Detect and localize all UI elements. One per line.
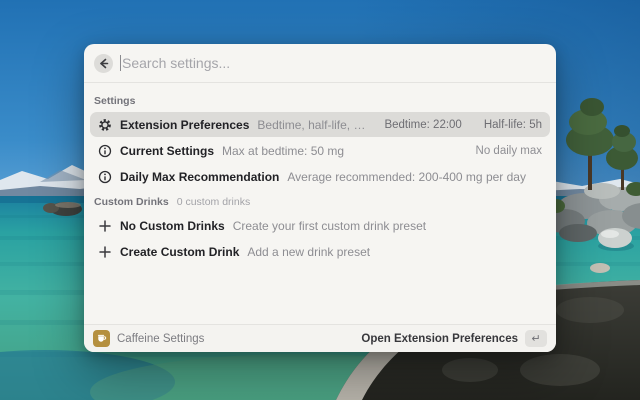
item-title: No Custom Drinks — [120, 219, 225, 233]
coffee-icon — [93, 330, 110, 347]
item-accessory-halflife: Half-life: 5h — [484, 119, 542, 131]
list-item-create-custom-drink[interactable]: Create Custom Drink Add a new drink pres… — [90, 239, 550, 264]
plus-icon — [98, 245, 112, 259]
search-input[interactable] — [122, 55, 546, 71]
list-item-extension-preferences[interactable]: Extension Preferences Bedtime, half-life… — [90, 112, 550, 137]
list-item-daily-max-recommendation[interactable]: Daily Max Recommendation Average recomme… — [90, 164, 550, 189]
section-header-settings: Settings — [90, 89, 550, 112]
back-arrow-icon — [98, 58, 109, 69]
open-extension-preferences-action[interactable]: Open Extension Preferences — [361, 333, 518, 345]
item-title: Current Settings — [120, 144, 214, 158]
section-count-label: 0 custom drinks — [177, 196, 251, 208]
list-item-no-custom-drinks[interactable]: No Custom Drinks Create your first custo… — [90, 213, 550, 238]
section-title-label: Custom Drinks — [94, 196, 169, 208]
command-palette-window: Settings Extension Preferences Bedtime, … — [84, 44, 556, 352]
gear-icon — [98, 118, 112, 132]
footer-app-name: Caffeine Settings — [117, 333, 204, 345]
item-subtitle: Add a new drink preset — [247, 245, 370, 259]
results-list: Settings Extension Preferences Bedtime, … — [84, 83, 556, 324]
item-accessory-bedtime: Bedtime: 22:00 — [384, 119, 461, 131]
search-bar — [84, 44, 556, 82]
return-key-icon: ↵ — [525, 330, 547, 347]
item-title: Create Custom Drink — [120, 245, 239, 259]
item-subtitle: Create your first custom drink preset — [233, 219, 426, 233]
info-icon — [98, 144, 112, 158]
item-subtitle: Bedtime, half-life, thresholds — [257, 118, 368, 132]
plus-icon — [98, 219, 112, 233]
item-title: Extension Preferences — [120, 118, 249, 132]
text-cursor — [120, 55, 121, 71]
item-accessory-daily-max: No daily max — [476, 145, 542, 157]
section-title-label: Settings — [94, 95, 135, 107]
section-header-custom-drinks: Custom Drinks 0 custom drinks — [90, 190, 550, 213]
action-bar: Caffeine Settings Open Extension Prefere… — [84, 325, 556, 352]
list-item-current-settings[interactable]: Current Settings Max at bedtime: 50 mg N… — [90, 138, 550, 163]
item-title: Daily Max Recommendation — [120, 170, 279, 184]
item-subtitle: Average recommended: 200-400 mg per day — [287, 170, 526, 184]
item-subtitle: Max at bedtime: 50 mg — [222, 144, 344, 158]
back-button[interactable] — [94, 54, 113, 73]
info-icon — [98, 170, 112, 184]
